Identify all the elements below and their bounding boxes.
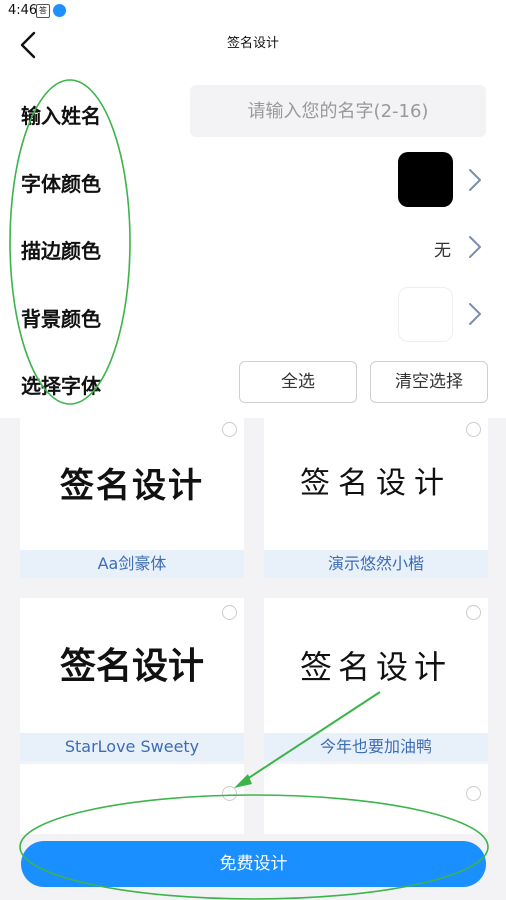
select-radio[interactable]	[222, 786, 237, 801]
clear-selection-button[interactable]: 清空选择	[370, 361, 488, 403]
font-caption: StarLove Sweety	[20, 733, 244, 761]
free-design-button[interactable]: 免费设计	[21, 841, 486, 887]
form-panel: 输入姓名 字体颜色 描边颜色 无 背景颜色 选择字体 全选 清空选择	[0, 68, 506, 418]
select-radio[interactable]	[466, 605, 481, 620]
name-input[interactable]	[190, 85, 486, 137]
font-card[interactable]: 签名设计 今年也要加油鸭	[264, 598, 488, 761]
chevron-right-icon[interactable]	[466, 301, 484, 327]
chevron-right-icon[interactable]	[466, 234, 484, 260]
select-radio[interactable]	[222, 605, 237, 620]
svg-text:签名设计: 签名设计	[60, 646, 204, 687]
svg-text:签名设计: 签名设计	[60, 466, 204, 506]
font-card[interactable]	[264, 764, 488, 834]
font-caption: 演示悠然小楷	[264, 550, 488, 578]
font-preview: 签名设计	[60, 466, 204, 506]
font-select-label: 选择字体	[21, 374, 101, 398]
font-preview: 签名设计	[300, 466, 452, 501]
svg-text:签名设计: 签名设计	[300, 648, 452, 686]
status-time: 4:46	[8, 3, 38, 18]
name-label: 输入姓名	[21, 104, 101, 128]
font-caption: Aa剑豪体	[20, 550, 244, 578]
font-color-label: 字体颜色	[21, 172, 101, 196]
font-caption: 今年也要加油鸭	[264, 733, 488, 761]
page-title: 签名设计	[226, 36, 279, 51]
bg-color-swatch[interactable]	[398, 287, 453, 342]
font-card[interactable]	[20, 764, 244, 834]
stroke-color-value[interactable]: 无	[434, 236, 451, 261]
stroke-color-label: 描边颜色	[21, 239, 101, 263]
nav-bar: 签名设计	[0, 22, 506, 68]
font-card[interactable]: 签名设计 StarLove Sweety	[20, 598, 244, 761]
select-radio[interactable]	[466, 422, 481, 437]
status-bar: 4:46 答	[0, 0, 506, 22]
chevron-right-icon[interactable]	[466, 167, 484, 193]
select-radio[interactable]	[466, 786, 481, 801]
font-card[interactable]: 签名设计 Aa剑豪体	[20, 415, 244, 578]
select-radio[interactable]	[222, 422, 237, 437]
bg-color-label: 背景颜色	[21, 307, 101, 331]
font-card[interactable]: 签名设计 演示悠然小楷	[264, 415, 488, 578]
svg-text:签名设计: 签名设计	[300, 466, 452, 501]
font-color-swatch[interactable]	[398, 152, 453, 207]
select-all-button[interactable]: 全选	[239, 361, 357, 403]
app-notification-icon	[53, 4, 66, 17]
font-preview: 签名设计	[60, 646, 204, 687]
font-preview: 签名设计	[300, 648, 452, 686]
notification-icon: 答	[36, 4, 50, 18]
